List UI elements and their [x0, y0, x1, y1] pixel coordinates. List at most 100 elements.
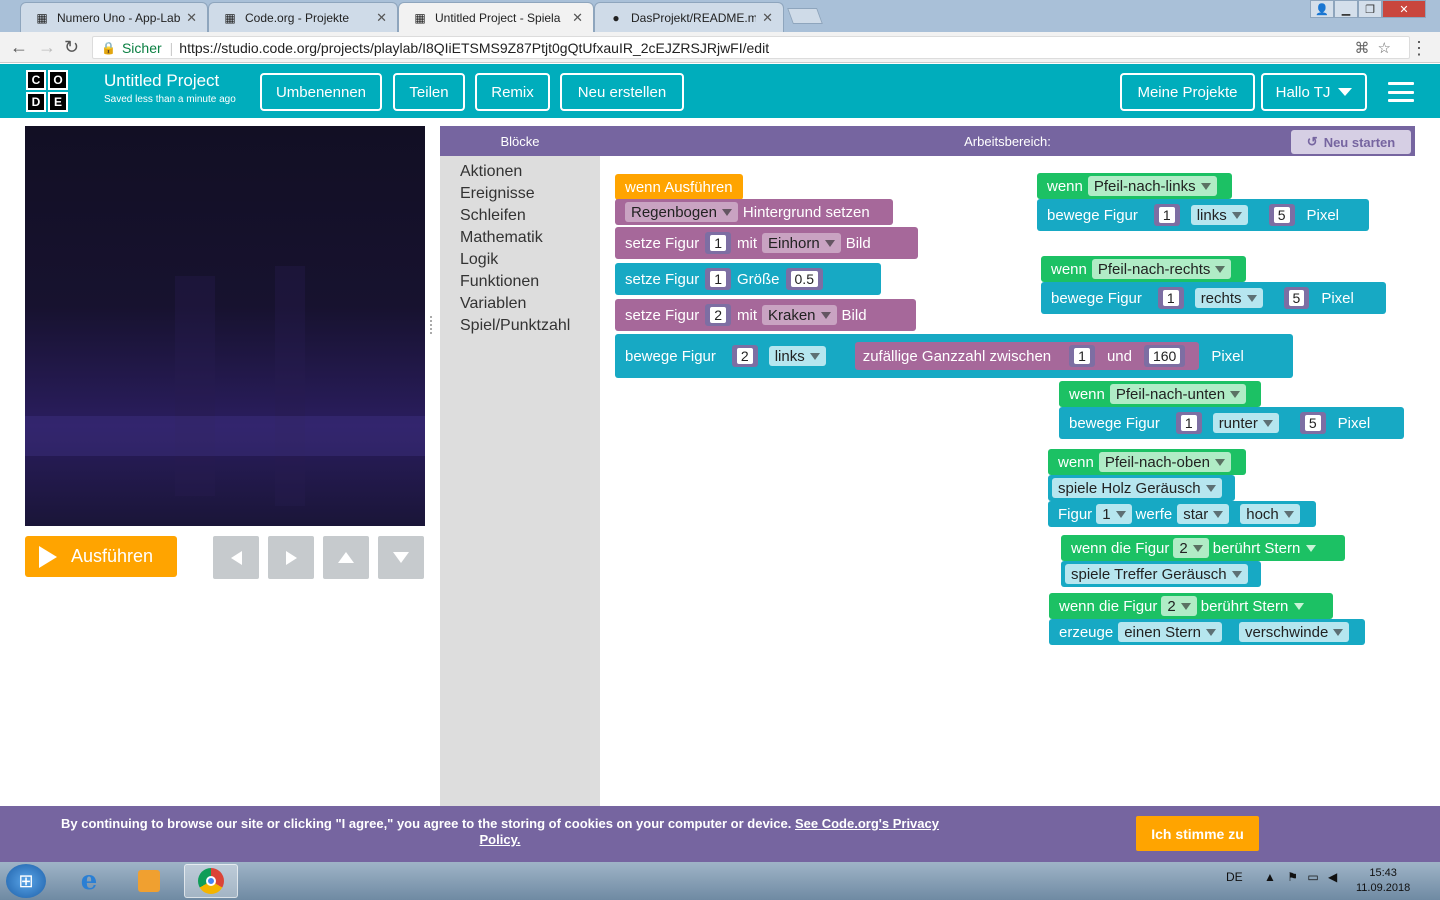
system-clock[interactable]: 15:43 11.09.2018 [1356, 866, 1410, 896]
my-projects-button[interactable]: Meine Projekte [1120, 73, 1255, 111]
browser-tab-readme[interactable]: ● DasProjekt/README.md ✕ [594, 2, 784, 32]
internet-explorer-icon[interactable]: e [62, 864, 116, 898]
chevron-down-icon[interactable] [1306, 544, 1317, 552]
media-player-icon[interactable] [122, 864, 176, 898]
user-icon[interactable]: 👤 [1310, 0, 1334, 18]
direction-dropdown[interactable]: hoch [1240, 504, 1300, 524]
direction-dropdown[interactable]: links [1190, 205, 1248, 225]
url-field[interactable]: 🔒 Sicher | https://studio.code.org/proje… [92, 36, 1410, 59]
distance-input[interactable]: 5 [1299, 412, 1326, 434]
distance-input[interactable]: 5 [1268, 204, 1295, 226]
create-dropdown[interactable]: einen Stern [1118, 622, 1222, 642]
category-variables[interactable]: Variablen [460, 295, 526, 313]
set-figure-size-block[interactable]: setze Figur 1 Größe 0.5 [615, 263, 881, 295]
browser-tab-untitled-project[interactable]: ▦ Untitled Project - Spiela ✕ [398, 2, 594, 32]
effect-dropdown[interactable]: verschwinde [1238, 622, 1350, 642]
back-icon[interactable]: ← [10, 37, 28, 58]
tab-close-icon[interactable]: ✕ [762, 10, 773, 26]
run-button[interactable]: Ausführen [25, 536, 177, 577]
browser-menu-icon[interactable]: ⋮ [1410, 38, 1428, 59]
throw-projectile-block[interactable]: Figur 1 werfe star hoch [1048, 501, 1316, 527]
when-run-block[interactable]: wenn Ausführen [615, 174, 743, 200]
browser-tab-projects[interactable]: ▦ Code.org - Projekte ✕ [208, 2, 398, 32]
tray-arrow-icon[interactable]: ▲ [1264, 870, 1276, 884]
key-dropdown[interactable]: Pfeil-nach-links [1087, 176, 1217, 196]
game-stage[interactable] [25, 126, 425, 526]
when-arrow-left-block[interactable]: wenn Pfeil-nach-links [1037, 173, 1232, 199]
figure-dropdown[interactable]: 2 [1161, 596, 1197, 616]
direction-dropdown[interactable]: rechts [1194, 288, 1263, 308]
random-integer-block[interactable]: zufällige Ganzzahl zwischen 1 und 160 [854, 342, 1200, 370]
figure-number-input[interactable]: 1 [705, 268, 731, 290]
figure-number-input[interactable]: 1 [1157, 287, 1184, 309]
when-arrow-right-block[interactable]: wenn Pfeil-nach-rechts [1041, 256, 1247, 282]
sound-dropdown[interactable]: spiele Treffer Geräusch [1065, 564, 1248, 584]
network-icon[interactable]: ▭ [1307, 870, 1318, 884]
close-window-icon[interactable]: ✕ [1382, 0, 1426, 18]
forward-icon[interactable]: → [38, 37, 56, 58]
figure-dropdown[interactable]: 1 [1096, 504, 1132, 524]
create-star-block[interactable]: erzeuge einen Stern verschwinde [1049, 619, 1365, 645]
play-sound-block[interactable]: spiele Treffer Geräusch [1061, 561, 1261, 587]
codeorg-logo[interactable]: C O D E [26, 70, 68, 112]
volume-icon[interactable]: ◀ [1328, 870, 1337, 884]
image-dropdown[interactable]: Kraken [762, 305, 837, 325]
chrome-icon[interactable] [184, 864, 238, 898]
agree-button[interactable]: Ich stimme zu [1136, 816, 1259, 851]
translate-icon[interactable]: ⌘☆ [1355, 39, 1399, 57]
when-figure-touches-block[interactable]: wenn die Figur 2 berührt Stern [1049, 593, 1333, 619]
set-figure-image-block[interactable]: setze Figur 2 mit Kraken Bild [615, 299, 916, 331]
when-figure-touches-block[interactable]: wenn die Figur 2 berührt Stern [1061, 535, 1345, 561]
left-arrow-button[interactable] [213, 536, 259, 579]
flag-icon[interactable]: ⚑ [1287, 870, 1298, 884]
tab-close-icon[interactable]: ✕ [186, 10, 197, 26]
minimize-icon[interactable]: ▁ [1334, 0, 1358, 18]
chevron-down-icon[interactable] [1294, 602, 1305, 610]
rename-button[interactable]: Umbenennen [260, 73, 382, 111]
tab-close-icon[interactable]: ✕ [572, 10, 583, 26]
hamburger-menu-icon[interactable] [1388, 82, 1414, 102]
move-figure-block[interactable]: bewege Figur 1 runter 5 Pixel [1059, 407, 1404, 439]
play-sound-block[interactable]: spiele Holz Geräusch [1048, 475, 1235, 501]
remix-button[interactable]: Remix [475, 73, 550, 111]
when-arrow-down-block[interactable]: wenn Pfeil-nach-unten [1059, 381, 1262, 407]
max-input[interactable]: 160 [1143, 345, 1186, 367]
background-dropdown[interactable]: Regenbogen [625, 202, 738, 222]
figure-number-input[interactable]: 1 [1153, 204, 1180, 226]
category-functions[interactable]: Funktionen [460, 273, 539, 291]
sound-dropdown[interactable]: spiele Holz Geräusch [1052, 478, 1222, 498]
distance-input[interactable]: 5 [1283, 287, 1310, 309]
figure-number-input[interactable]: 2 [705, 304, 731, 326]
figure-dropdown[interactable]: 2 [1173, 538, 1209, 558]
category-actions[interactable]: Aktionen [460, 163, 522, 181]
key-dropdown[interactable]: Pfeil-nach-oben [1098, 452, 1231, 472]
browser-tab-numero-uno[interactable]: ▦ Numero Uno - App-Labo ✕ [20, 2, 208, 32]
when-arrow-up-block[interactable]: wenn Pfeil-nach-oben [1048, 449, 1246, 475]
direction-dropdown[interactable]: links [768, 346, 826, 366]
figure-number-input[interactable]: 2 [731, 345, 758, 367]
figure-number-input[interactable]: 1 [705, 232, 731, 254]
user-menu-button[interactable]: Hallo TJ [1261, 73, 1367, 111]
up-arrow-button[interactable] [323, 536, 369, 579]
direction-dropdown[interactable]: runter [1212, 413, 1279, 433]
move-figure-random-block[interactable]: bewege Figur 2 links zufällige Ganzzahl … [615, 334, 1293, 378]
share-button[interactable]: Teilen [393, 73, 465, 111]
figure-number-input[interactable]: 1 [1175, 412, 1202, 434]
new-tab-button[interactable] [787, 8, 823, 24]
pane-resize-handle[interactable] [430, 316, 436, 334]
windows-start-icon[interactable]: ⊞ [6, 864, 46, 898]
category-math[interactable]: Mathematik [460, 229, 543, 247]
restart-button[interactable]: ↺ Neu starten [1291, 130, 1411, 154]
reload-icon[interactable]: ↻ [64, 37, 79, 58]
right-arrow-button[interactable] [268, 536, 314, 579]
key-dropdown[interactable]: Pfeil-nach-rechts [1091, 259, 1232, 279]
image-dropdown[interactable]: Einhorn [762, 233, 841, 253]
projectile-dropdown[interactable]: star [1177, 504, 1230, 524]
language-indicator[interactable]: DE [1226, 870, 1243, 884]
tab-close-icon[interactable]: ✕ [376, 10, 387, 26]
set-background-block[interactable]: Regenbogen Hintergrund setzen [615, 199, 893, 225]
move-figure-block[interactable]: bewege Figur 1 rechts 5 Pixel [1041, 282, 1386, 314]
maximize-icon[interactable]: ❐ [1358, 0, 1382, 18]
size-input[interactable]: 0.5 [785, 268, 823, 290]
new-project-button[interactable]: Neu erstellen [560, 73, 684, 111]
